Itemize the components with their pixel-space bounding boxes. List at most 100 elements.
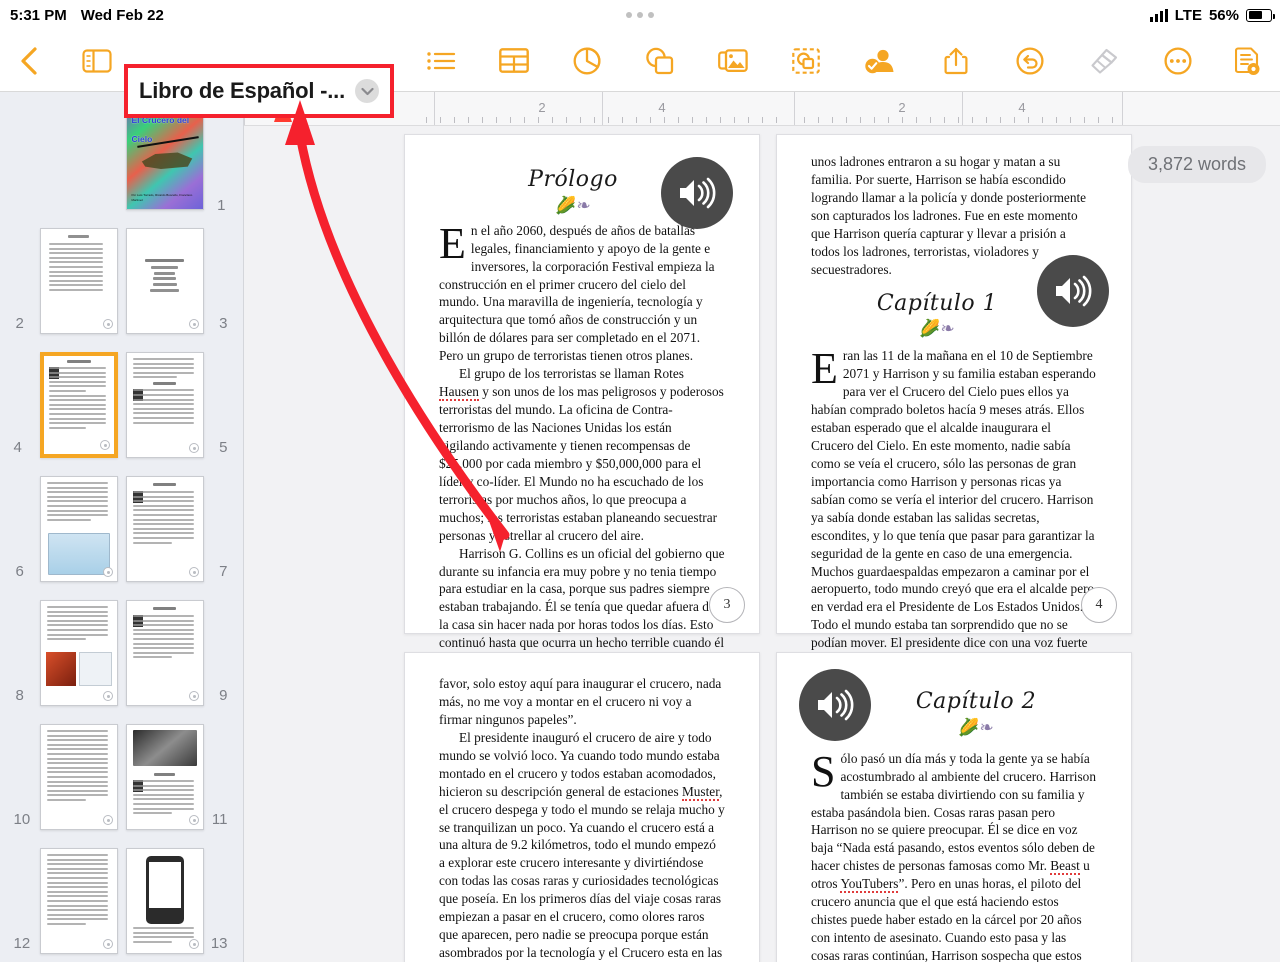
insert-widget-button[interactable] (783, 38, 829, 84)
multitask-dot (648, 12, 654, 18)
thumbnail-row: 10 11 (0, 724, 243, 830)
audio-play-button[interactable] (799, 669, 871, 741)
page-thumbnail[interactable] (125, 352, 204, 458)
misspelled-word: Muster (681, 783, 720, 801)
collaborate-button[interactable] (857, 38, 903, 84)
page-thumbnail[interactable] (125, 724, 204, 830)
thumbnail-page-number: 3 (219, 315, 228, 332)
more-options-button[interactable] (1155, 38, 1201, 84)
insert-media-button[interactable] (710, 38, 756, 84)
page-thumbnail[interactable] (125, 476, 204, 582)
multitask-dot (637, 12, 643, 18)
document-options-button[interactable] (1225, 38, 1271, 84)
spread-bottom: favor, solo estoy aquí para inaugurar el… (404, 652, 1132, 962)
document-title-button[interactable]: Libro de Español -... (124, 64, 394, 118)
sidebar-toggle-button[interactable] (74, 38, 120, 84)
document-page-4[interactable]: unos ladrones entraron a su hogar y mata… (776, 134, 1132, 668)
undo-button[interactable] (1007, 38, 1053, 84)
page-thumbnail-selected[interactable] (39, 352, 118, 458)
format-brush-button[interactable] (1081, 38, 1127, 84)
audio-play-button[interactable] (1037, 255, 1109, 327)
thumbnail-page-6[interactable]: 6 (16, 476, 118, 582)
page-number-badge: 4 (1081, 587, 1117, 623)
status-date: Wed Feb 22 (80, 6, 164, 24)
thumbnail-page-13[interactable]: 13 (125, 848, 228, 954)
back-button[interactable] (6, 38, 52, 84)
paragraph: El presidente inauguró el crucero de air… (439, 729, 725, 961)
insert-table-button[interactable] (491, 38, 537, 84)
misspelled-word: YouTubers (840, 876, 899, 894)
document-page-6[interactable]: Capítulo 2 🌽❧ Sólo pasó un día más y tod… (776, 652, 1132, 962)
paragraph: Sólo pasó un día más y toda la gente ya … (811, 749, 1097, 962)
thumbnail-audio-indicator (102, 815, 113, 825)
speaker-icon (1056, 275, 1092, 307)
page-thumbnail[interactable] (39, 724, 118, 830)
thumbnail-page-number: 1 (217, 197, 226, 214)
thumbnail-audio-indicator (188, 319, 199, 329)
chevron-down-icon[interactable] (355, 79, 380, 103)
document-page-5[interactable]: favor, solo estoy aquí para inaugurar el… (404, 652, 760, 962)
audio-play-button[interactable] (661, 157, 733, 229)
insert-list-button[interactable] (418, 38, 464, 84)
thumbnail-row: 4 5 (0, 352, 243, 458)
share-button[interactable] (933, 38, 979, 84)
page-thumbnail[interactable] (39, 848, 118, 954)
thumbnail-row: El Crucero del Cielo Por Luis Torrado, R… (0, 104, 243, 214)
page-thumbnail-sidebar[interactable]: El Crucero del Cielo Por Luis Torrado, R… (0, 92, 244, 962)
bulleted-list-icon (427, 51, 456, 70)
paintbrush-icon (1091, 48, 1118, 74)
ruler-number: 2 (538, 100, 546, 115)
thumbnail-images (45, 651, 112, 686)
signal-strength-icon (1149, 8, 1168, 22)
thumbnail-page-12[interactable]: 12 (14, 848, 118, 954)
document-canvas[interactable]: 2 4 2 4 3,872 words Prólogo 🌽❧ En el año… (244, 92, 1280, 962)
thumbnail-audio-indicator (188, 443, 199, 453)
document-page-3[interactable]: Prólogo 🌽❧ En el año 2060, después de añ… (404, 134, 760, 668)
page-thumbnail[interactable] (39, 476, 118, 582)
status-bar: 5:31 PM Wed Feb 22 LTE 56% (0, 0, 1280, 30)
word-count-badge[interactable]: 3,872 words (1127, 146, 1266, 183)
page-thumbnail[interactable] (125, 600, 204, 706)
thumbnail-audio-indicator (188, 815, 199, 825)
paragraph: En el año 2060, después de años de batal… (439, 221, 725, 366)
thumbnail-phone-image (145, 856, 184, 924)
thumbnail-photo (132, 730, 197, 766)
insert-chart-button[interactable] (564, 38, 610, 84)
thumbnail-page-5[interactable]: 5 (125, 352, 228, 458)
paragraph: Eran las 11 de la mañana en el 10 de Sep… (811, 347, 1097, 670)
status-time: 5:31 PM (10, 6, 67, 24)
document-title-label: Libro de Español -... (138, 78, 346, 103)
thumbnail-page-number: 5 (219, 439, 228, 456)
index-title-line (68, 235, 89, 238)
thumbnail-row: 2 3 (0, 228, 243, 334)
dropcap-letter: E (811, 344, 838, 394)
page-thumbnail[interactable] (125, 228, 204, 334)
thumbnail-page-7[interactable]: 7 (125, 476, 228, 582)
thumbnail-page-4[interactable]: 4 (14, 352, 118, 458)
thumbnail-row: 12 13 (0, 848, 243, 954)
status-bar-left: 5:31 PM Wed Feb 22 (10, 7, 164, 24)
thumbnail-page-8[interactable]: 8 (16, 600, 118, 706)
multitask-handle[interactable] (626, 12, 654, 18)
thumbnail-page-number: 12 (13, 935, 31, 952)
thumbnail-audio-indicator (188, 567, 199, 577)
insert-shape-button[interactable] (637, 38, 683, 84)
page-thumbnail[interactable] (39, 600, 118, 706)
thumbnail-page-number: 9 (219, 687, 228, 704)
page-thumbnail[interactable] (125, 848, 204, 954)
page-thumbnail[interactable] (39, 228, 118, 334)
misspelled-word: Beast (1050, 858, 1080, 876)
thumbnail-page-10[interactable]: 10 (14, 724, 118, 830)
thumbnail-audio-indicator (102, 939, 113, 949)
thumbnail-page-2[interactable]: 2 (16, 228, 118, 334)
ruler-number: 4 (658, 100, 666, 115)
battery-percent-label: 56% (1208, 6, 1239, 24)
thumbnail-page-9[interactable]: 9 (125, 600, 228, 706)
page-number-badge: 3 (709, 587, 745, 623)
app-toolbar: Libro de Español -... (0, 30, 1280, 118)
horizontal-ruler[interactable]: 2 4 2 4 (244, 92, 1280, 126)
cover-thumbnail[interactable]: El Crucero del Cielo Por Luis Torrado, R… (125, 104, 204, 210)
thumbnail-page-1[interactable]: El Crucero del Cielo Por Luis Torrado, R… (125, 104, 226, 214)
thumbnail-page-11[interactable]: 11 (125, 724, 228, 830)
thumbnail-page-3[interactable]: 3 (125, 228, 228, 334)
